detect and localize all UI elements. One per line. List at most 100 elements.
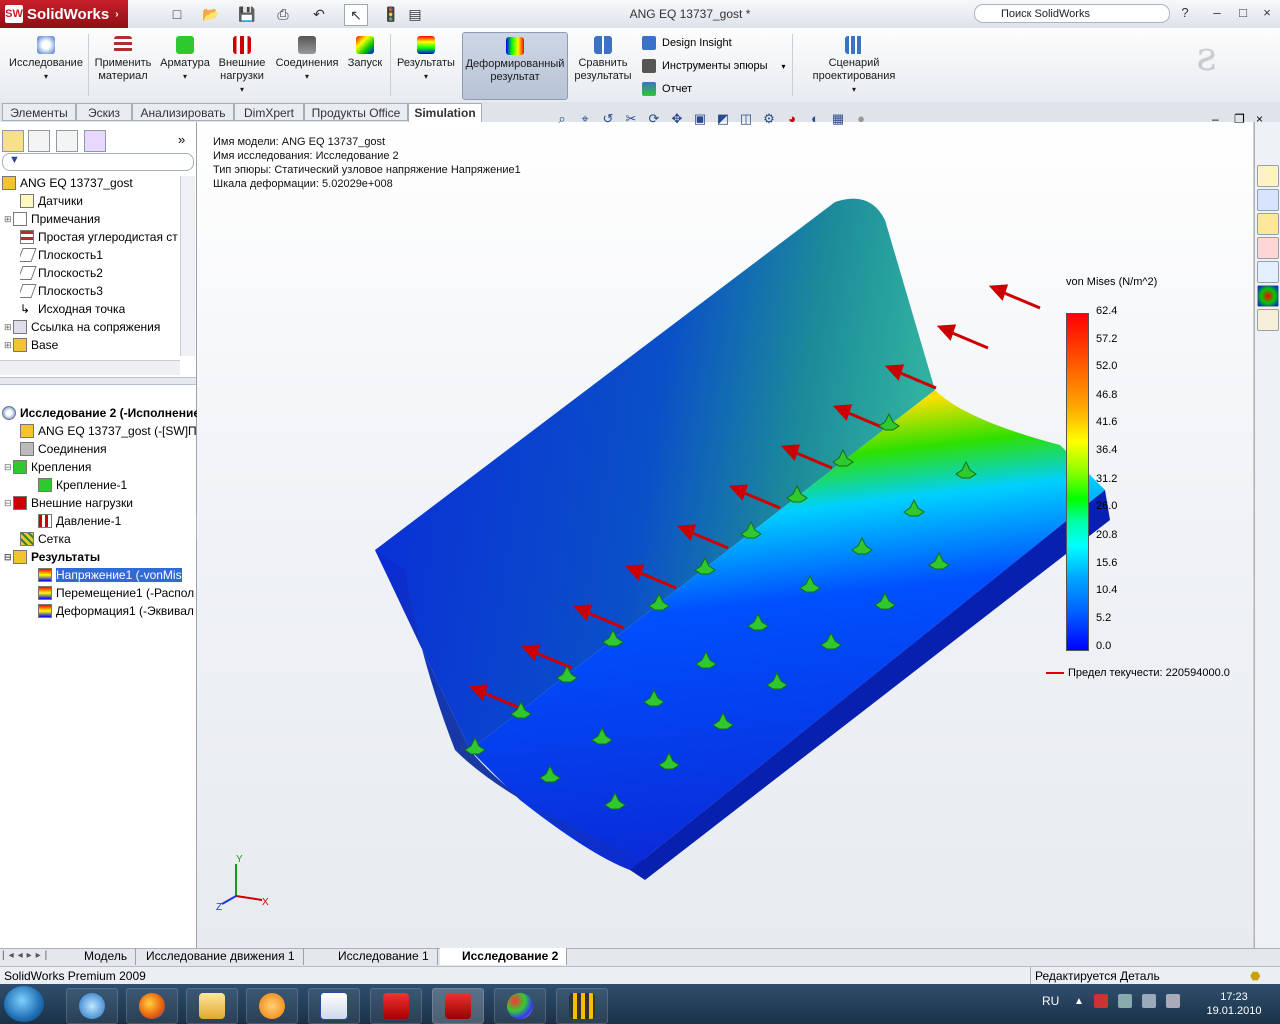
tree-item-origin[interactable]: ↳ Исходная точка [20, 300, 125, 318]
appearances-icon[interactable] [1257, 285, 1279, 307]
taskbar-explorer[interactable] [186, 988, 238, 1024]
options-icon[interactable]: ▤ [404, 4, 426, 24]
configuration-manager-icon[interactable] [56, 130, 78, 152]
tray-flag-icon[interactable] [1094, 994, 1108, 1008]
app-logo[interactable]: SW SolidWorks › [0, 0, 128, 28]
tree-item-sensors[interactable]: Датчики [20, 192, 83, 210]
previous-view-icon[interactable]: ↺ [598, 110, 618, 128]
deformed-result-button[interactable]: Деформированный результат [462, 32, 568, 100]
start-button[interactable] [4, 986, 44, 1022]
tab-features[interactable]: Элементы [2, 103, 76, 121]
zoom-area-icon[interactable]: ⌖ [575, 110, 595, 128]
tree-item-pressure-1[interactable]: Давление-1 [38, 512, 121, 530]
collapse-icon[interactable]: ⊟ [4, 462, 13, 473]
solidworks-resources-icon[interactable] [1257, 165, 1279, 187]
tab-sketch[interactable]: Эскиз [76, 103, 132, 121]
tree-item-external-loads[interactable]: ⊟ Внешние нагрузки [4, 494, 133, 512]
tree-vertical-scrollbar[interactable] [180, 176, 195, 356]
taskbar-firefox[interactable] [126, 988, 178, 1024]
connections-button[interactable]: Соединения ▾ [272, 32, 342, 98]
display-pane-icon[interactable]: ● [851, 110, 871, 128]
save-icon[interactable]: 💾 [236, 4, 258, 24]
search-results-icon[interactable] [1257, 237, 1279, 259]
zoom-to-fit-icon[interactable]: ⌕ [552, 110, 572, 128]
tab-office-products[interactable]: Продукты Office [304, 103, 408, 121]
pan-icon[interactable]: ✥ [667, 110, 687, 128]
tree-horizontal-scrollbar[interactable] [0, 360, 180, 375]
tree-item-fixture-1[interactable]: Крепление-1 [38, 476, 127, 494]
study-button[interactable]: Исследование ▾ [6, 32, 86, 98]
compare-results-button[interactable]: Сравнить результаты [570, 32, 636, 98]
tree-filter-input[interactable]: ▼ [2, 153, 194, 171]
rotate-icon[interactable]: ⟳ [644, 110, 664, 128]
part-render[interactable] [360, 190, 1120, 880]
custom-properties-icon[interactable] [1257, 309, 1279, 331]
expand-icon[interactable]: ⊞ [4, 214, 13, 225]
rebuild-icon[interactable]: 🚦 [380, 4, 402, 24]
tab-scroll-arrows-icon[interactable]: |◂◂▸▸| [2, 950, 51, 961]
display-style-icon[interactable]: ◩ [713, 110, 733, 128]
tree-item-study-part[interactable]: ANG EQ 13737_gost (-[SW]Пр [20, 422, 203, 440]
design-library-icon[interactable] [1257, 189, 1279, 211]
taskbar-word[interactable] [308, 988, 360, 1024]
external-loads-button[interactable]: Внешние нагрузки ▾ [214, 32, 270, 98]
scene-icon[interactable]: ◐ [805, 110, 825, 128]
tree-item-material[interactable]: Простая углеродистая ст [20, 228, 178, 246]
tree-item-base[interactable]: ⊞ Base [4, 336, 58, 354]
tree-item-strain1[interactable]: Деформация1 (-Эквивал [38, 602, 194, 620]
maximize-button[interactable]: □ [1234, 5, 1252, 23]
dimxpert-manager-icon[interactable] [84, 130, 106, 152]
tray-power-icon[interactable] [1166, 994, 1180, 1008]
standard-views-icon[interactable]: ▣ [690, 110, 710, 128]
bottom-tab-study-1[interactable]: Исследование 1 [318, 948, 438, 965]
apply-material-button[interactable]: Применить материал [92, 32, 154, 98]
panel-splitter[interactable] [0, 377, 196, 385]
expand-icon[interactable]: ⊞ [4, 322, 13, 333]
tree-item-part[interactable]: ANG EQ 13737_gost [2, 174, 133, 192]
new-document-icon[interactable]: □ [166, 4, 188, 24]
tree-item-displacement1[interactable]: Перемещение1 (-Распол [38, 584, 194, 602]
collapse-icon[interactable]: ⊟ [4, 552, 13, 563]
view-orientation-icon[interactable]: ▦ [828, 110, 848, 128]
bottom-tab-motion-study[interactable]: Исследование движения 1 [138, 948, 304, 965]
view-palette-icon[interactable] [1257, 261, 1279, 283]
tree-item-mate-reference[interactable]: ⊞ Ссылка на сопряжения [4, 318, 160, 336]
tree-item-connections[interactable]: Соединения [20, 440, 107, 458]
help-button[interactable]: ? [1176, 5, 1194, 23]
select-arrow-icon[interactable]: ↖ [344, 4, 368, 26]
fixtures-button[interactable]: Арматура ▾ [156, 32, 214, 98]
taskbar-movie-maker[interactable] [556, 988, 608, 1024]
tree-item-annotations[interactable]: ⊞ Примечания [4, 210, 100, 228]
design-insight-button[interactable]: Design Insight [642, 33, 732, 53]
undo-icon[interactable]: ↶ [308, 4, 330, 24]
bottom-tab-study-2[interactable]: Исследование 2 [440, 948, 568, 965]
tray-show-hidden-icon[interactable]: ▲ [1074, 996, 1084, 1007]
tree-item-fixtures[interactable]: ⊟ Крепления [4, 458, 91, 476]
taskbar-paint[interactable] [494, 988, 546, 1024]
viewport-minimize-button[interactable]: – [1212, 112, 1219, 126]
tree-item-study[interactable]: Исследование 2 (-Исполнение [2, 404, 200, 422]
tree-item-plane2[interactable]: Плоскость2 [20, 264, 103, 282]
tab-dimxpert[interactable]: DimXpert [234, 103, 304, 121]
print-icon[interactable]: ⎙ [272, 4, 294, 24]
rebuild-status-icon[interactable]: ⬣ [1250, 967, 1260, 985]
appearance-icon[interactable]: ◕ [782, 110, 802, 128]
tree-item-results[interactable]: ⊟ Результаты [4, 548, 100, 566]
section-view-icon[interactable]: ✂ [621, 110, 641, 128]
tree-item-mesh[interactable]: Сетка [20, 530, 71, 548]
tray-clock[interactable]: 17:23 19.01.2010 [1196, 990, 1272, 1018]
taskbar-internet-explorer[interactable] [66, 988, 118, 1024]
design-scenario-button[interactable]: Сценарий проектирования ▾ [800, 32, 908, 98]
search-input[interactable]: Поиск SolidWorks [974, 4, 1170, 23]
viewport-restore-button[interactable]: ❐ [1234, 112, 1245, 126]
minimize-button[interactable]: – [1208, 5, 1226, 23]
close-button[interactable]: × [1258, 5, 1276, 23]
tab-simulation[interactable]: Simulation [408, 103, 482, 123]
feature-tree-icon[interactable] [2, 130, 24, 152]
expand-icon[interactable]: ⊞ [4, 340, 13, 351]
hide-show-icon[interactable]: ◫ [736, 110, 756, 128]
report-button[interactable]: Отчет [642, 79, 692, 99]
taskbar-acrobat[interactable] [370, 988, 422, 1024]
collapse-icon[interactable]: ⊟ [4, 498, 13, 509]
tray-language[interactable]: RU [1042, 994, 1059, 1008]
